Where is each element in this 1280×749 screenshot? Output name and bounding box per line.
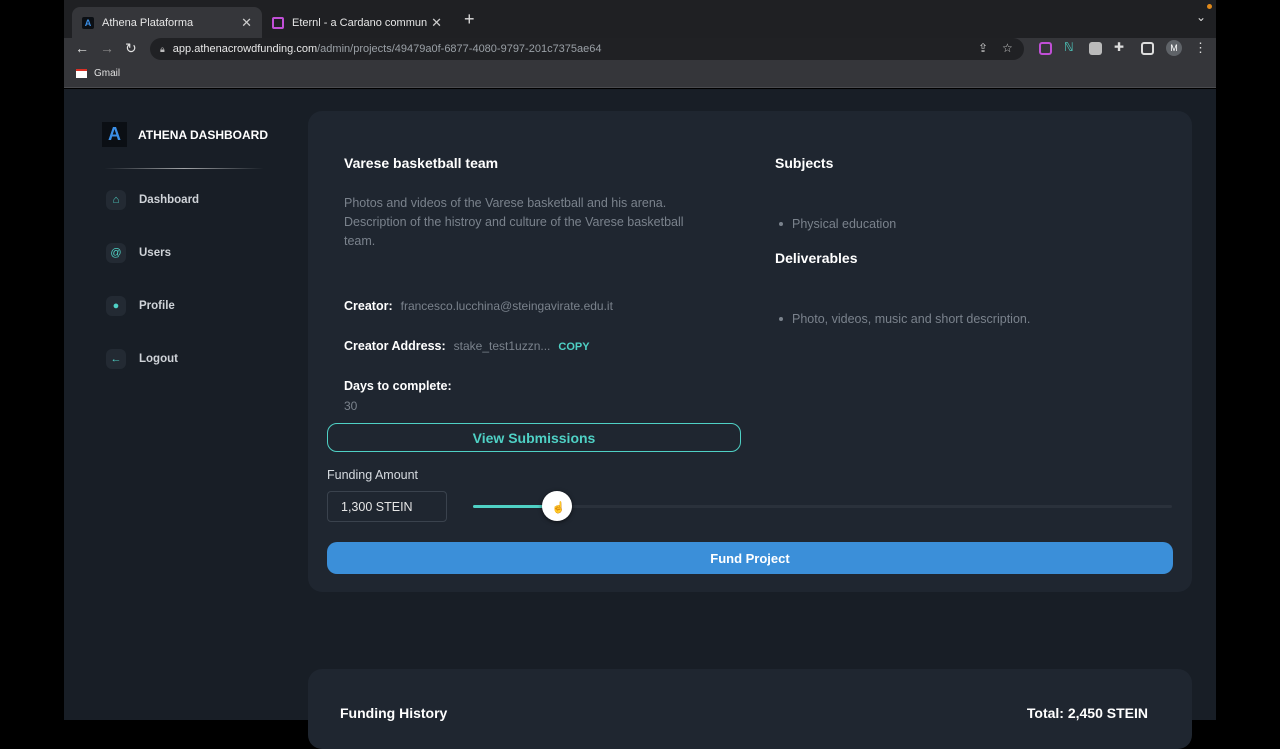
sidebar: A ATHENA DASHBOARD ⌂ Dashboard @ Users ●… (64, 89, 288, 720)
slider-thumb[interactable]: ☝ (541, 491, 572, 521)
gmail-icon (76, 69, 87, 78)
share-icon[interactable]: ⇪ (978, 41, 988, 55)
view-submissions-button[interactable]: View Submissions (327, 423, 741, 452)
side-panel-icon[interactable] (1141, 42, 1154, 55)
browser-tab-eternl[interactable]: Eternl - a Cardano community ✕ (262, 7, 452, 38)
funding-amount-input[interactable] (327, 491, 447, 522)
funding-history-card: Funding History Total: 2,450 STEIN (308, 669, 1192, 749)
project-description: Photos and videos of the Varese basketba… (344, 196, 684, 248)
fund-project-button[interactable]: Fund Project (327, 542, 1173, 574)
project-title: Varese basketball team (344, 155, 499, 171)
sidebar-item-label: Logout (139, 353, 178, 365)
bookmark-gmail[interactable]: Gmail (76, 68, 120, 79)
creator-address-row: Creator Address: stake_test1uzzn... COPY (344, 339, 590, 353)
sidebar-item-label: Dashboard (139, 194, 200, 206)
bookmark-label: Gmail (94, 68, 121, 79)
home-icon: ⌂ (106, 190, 126, 210)
address-bar[interactable]: 🔒︎ app.athenacrowdfunding.com/admin/proj… (150, 38, 1024, 60)
sidebar-item-logout[interactable]: ← Logout (106, 349, 178, 369)
sidebar-item-label: Profile (139, 300, 175, 312)
creator-row: Creator: francesco.lucchina@steingavirat… (344, 299, 613, 313)
tab-search-chevron-icon[interactable]: ⌄ (1196, 10, 1206, 24)
funding-history-title: Funding History (340, 705, 448, 721)
funding-slider[interactable]: ☝ (473, 491, 1172, 521)
eternl-favicon-icon (272, 16, 284, 29)
creator-email: francesco.lucchina@steingavirate.edu.it (400, 299, 613, 313)
back-arrow-icon[interactable]: ← (75, 40, 89, 56)
at-icon: @ (106, 243, 126, 263)
arrow-left-icon: ← (106, 349, 126, 369)
profile-avatar[interactable]: M (1166, 40, 1182, 56)
reload-icon[interactable]: ↻ (125, 40, 137, 57)
browser-toolbar: ← → ↻ 🔒︎ app.athenacrowdfunding.com/admi… (64, 38, 1216, 62)
tab-title: Athena Plataforma (102, 16, 194, 29)
media-extension-icon[interactable] (1089, 42, 1102, 55)
list-item: Physical education (775, 217, 896, 231)
project-card: Varese basketball team Photos and videos… (308, 111, 1192, 592)
browser-tab-athena[interactable]: A Athena Plataforma ✕ (72, 7, 262, 38)
subjects-title: Subjects (775, 155, 834, 171)
creator-address-label: Creator Address: (344, 339, 446, 353)
creator-address: stake_test1uzzn... (453, 339, 551, 353)
puzzle-extensions-icon[interactable]: ✚ (1114, 40, 1127, 54)
bookmarks-bar: Gmail (64, 62, 1216, 88)
tab-title: Eternl - a Cardano community (292, 16, 439, 29)
athena-logo: A (102, 122, 127, 147)
sidebar-item-users[interactable]: @ Users (106, 243, 171, 263)
brand-title: ATHENA DASHBOARD (138, 128, 268, 142)
close-tab-icon[interactable]: ✕ (241, 15, 252, 31)
deliverable-text: Photo, videos, music and short descripti… (792, 312, 1031, 326)
star-bookmark-icon[interactable]: ☆ (1002, 41, 1013, 55)
creator-label: Creator: (344, 299, 393, 313)
close-tab-icon[interactable]: ✕ (427, 15, 442, 31)
copy-address-button[interactable]: COPY (558, 341, 589, 353)
deliverables-title: Deliverables (775, 250, 858, 266)
sidebar-divider (104, 168, 264, 169)
sidebar-item-profile[interactable]: ● Profile (106, 296, 175, 316)
days-value: 30 (344, 399, 358, 413)
eternl-extension-icon[interactable] (1039, 42, 1052, 55)
days-label: Days to complete: (344, 379, 452, 393)
forward-arrow-icon[interactable]: → (100, 40, 114, 56)
sidebar-item-label: Users (139, 247, 171, 259)
lock-icon: 🔒︎ (160, 43, 165, 54)
list-item: Photo, videos, music and short descripti… (775, 312, 1030, 326)
url-path: /admin/projects/49479a0f-6877-4080-9797-… (317, 43, 602, 55)
page-content: A ATHENA DASHBOARD ⌂ Dashboard @ Users ●… (64, 89, 1216, 749)
subjects-list: Physical education (775, 217, 896, 231)
deliverables-list: Photo, videos, music and short descripti… (775, 312, 1030, 326)
funding-history-total: Total: 2,450 STEIN (1026, 705, 1148, 721)
funding-amount-label: Funding Amount (327, 468, 419, 482)
subject-text: Physical education (792, 217, 897, 231)
browser-tab-bar: A Athena Plataforma ✕ Eternl - a Cardano… (64, 0, 1216, 38)
athena-favicon-icon: A (82, 16, 94, 29)
update-indicator-icon (1207, 4, 1212, 9)
person-icon: ● (106, 296, 126, 316)
sidebar-item-dashboard[interactable]: ⌂ Dashboard (106, 190, 199, 210)
nami-extension-icon[interactable]: ℕ (1064, 40, 1077, 54)
new-tab-icon[interactable]: + (464, 9, 475, 30)
browser-menu-icon[interactable]: ⋮ (1194, 40, 1207, 56)
hand-cursor-icon: ☝ (551, 502, 566, 514)
url-host: app.athenacrowdfunding.com (172, 43, 318, 55)
